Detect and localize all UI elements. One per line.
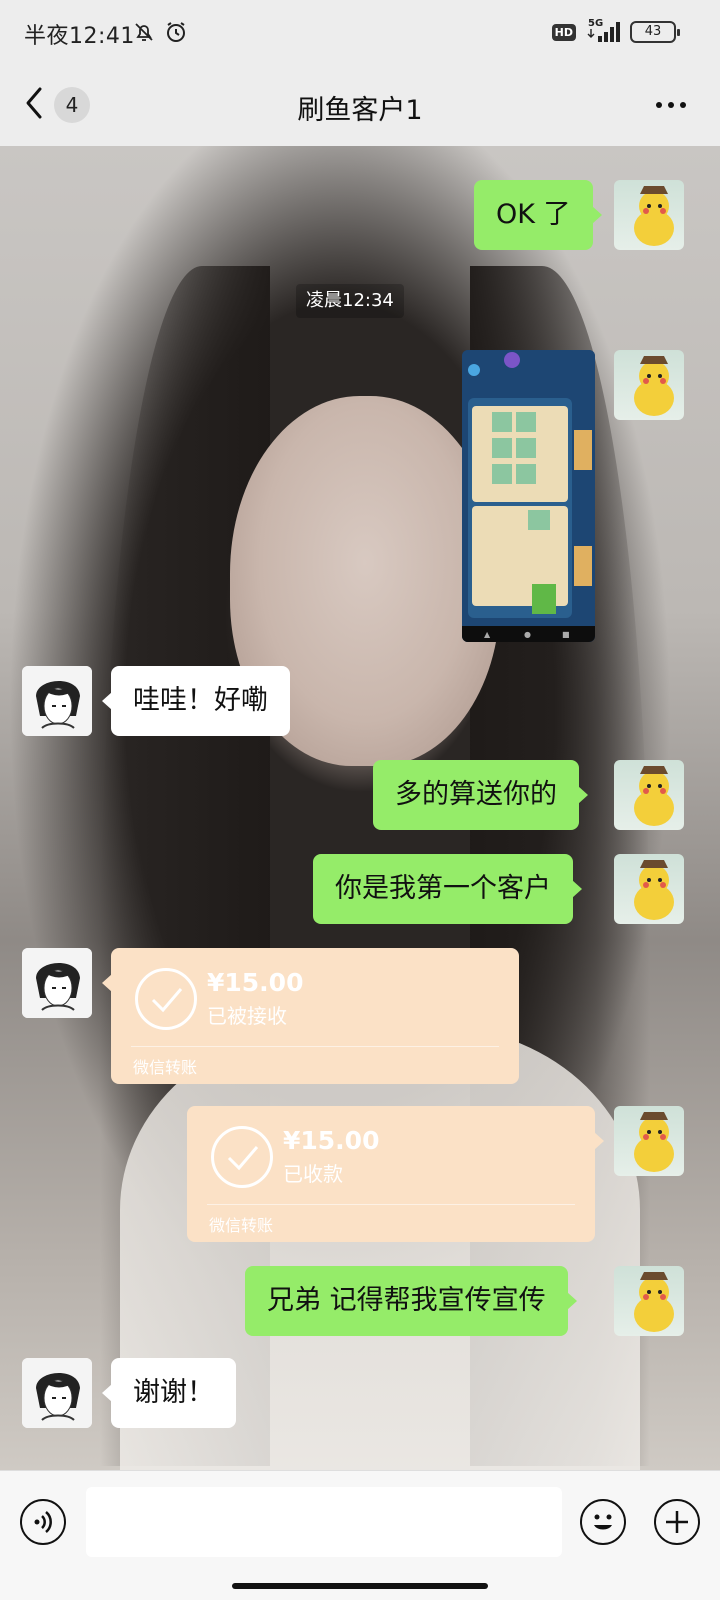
voice-icon: [34, 1511, 52, 1533]
plus-button[interactable]: [654, 1499, 700, 1545]
avatar[interactable]: [614, 760, 684, 830]
message-bubble-sent[interactable]: 多的算送你的: [373, 760, 588, 830]
chat-area[interactable]: OK 了 凌晨12:34 ▲ ● ■ 哇哇！好嘞 多的算送你的 你是我第一个客户…: [0, 146, 720, 1470]
network-type: 5G: [588, 18, 604, 29]
image-message[interactable]: ▲ ● ■: [462, 350, 595, 642]
avatar[interactable]: [22, 1358, 92, 1428]
avatar[interactable]: [614, 350, 684, 420]
transfer-card-sent[interactable]: ¥15.00 已收款 微信转账: [187, 1106, 604, 1242]
input-bar: [0, 1470, 720, 1600]
transfer-label: 微信转账: [209, 1216, 274, 1235]
emoji-icon: [594, 1514, 612, 1530]
home-indicator[interactable]: [232, 1583, 488, 1589]
divider: [207, 1204, 575, 1205]
avatar[interactable]: [614, 1106, 684, 1176]
more-button[interactable]: [646, 90, 696, 120]
transfer-status: 已收款: [283, 1162, 343, 1186]
mute-bell-icon: [132, 20, 156, 48]
check-icon: [211, 1126, 273, 1188]
status-icons-left: [132, 20, 188, 48]
message-bubble-received[interactable]: 谢谢！: [102, 1358, 236, 1428]
transfer-amount: ¥15.00: [207, 968, 304, 997]
avatar[interactable]: [614, 1266, 684, 1336]
more-dots-icon: [656, 102, 662, 108]
signal-icon: 5G: [586, 18, 620, 44]
message-bubble-sent[interactable]: OK 了: [474, 180, 602, 250]
avatar[interactable]: [22, 666, 92, 736]
transfer-card-received[interactable]: ¥15.00 已被接收 微信转账: [102, 948, 519, 1084]
timestamp: 凌晨12:34: [296, 284, 404, 318]
svg-text:■: ■: [562, 630, 570, 639]
chat-header: 4 刷鱼客户1: [0, 64, 720, 146]
divider: [131, 1046, 499, 1047]
avatar[interactable]: [22, 948, 92, 1018]
emoji-button[interactable]: [580, 1499, 626, 1545]
plus-icon: [666, 1511, 688, 1533]
battery-icon: 43: [630, 21, 680, 43]
transfer-amount: ¥15.00: [283, 1126, 380, 1155]
alarm-icon: [164, 20, 188, 48]
svg-text:▲: ▲: [484, 630, 491, 639]
transfer-status: 已被接收: [207, 1004, 287, 1028]
message-bubble-sent[interactable]: 兄弟 记得帮我宣传宣传: [245, 1266, 577, 1336]
message-input[interactable]: [86, 1487, 562, 1557]
message-bubble-received[interactable]: 哇哇！好嘞: [102, 666, 290, 736]
svg-text:●: ●: [524, 630, 531, 639]
chat-title: 刷鱼客户1: [297, 95, 423, 126]
status-time: 半夜12:41: [24, 24, 135, 49]
check-icon: [135, 968, 197, 1030]
message-bubble-sent[interactable]: 你是我第一个客户: [313, 854, 582, 924]
avatar[interactable]: [614, 180, 684, 250]
hd-badge: HD: [551, 23, 576, 41]
avatar[interactable]: [614, 854, 684, 924]
voice-button[interactable]: [20, 1499, 66, 1545]
status-icons-right: HD 5G 43: [551, 18, 680, 44]
transfer-label: 微信转账: [133, 1058, 198, 1077]
status-bar: 半夜12:41 HD 5G 43: [0, 0, 720, 64]
